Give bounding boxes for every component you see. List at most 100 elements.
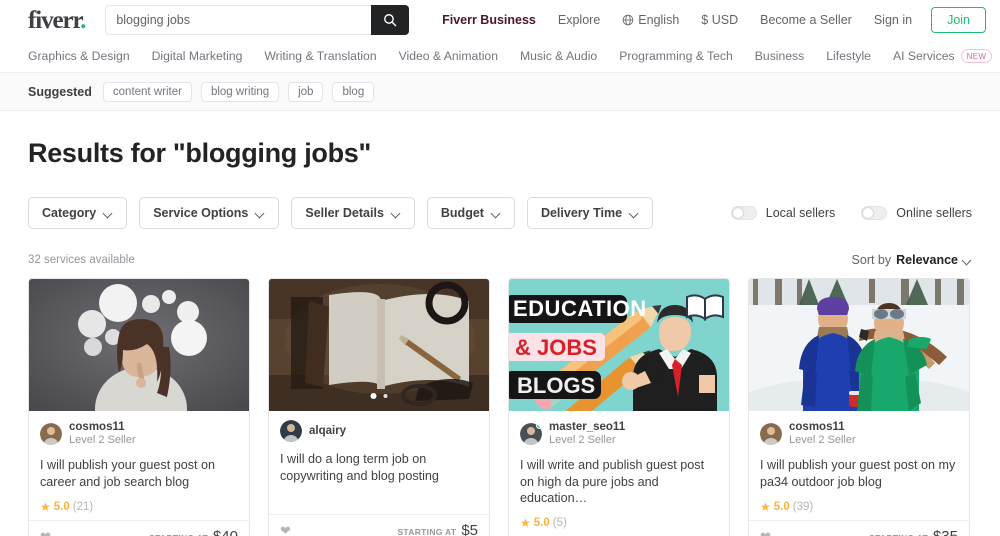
category-label: Graphics & Design xyxy=(28,49,130,63)
gig-image-notebook xyxy=(269,279,489,411)
suggested-label: Suggested xyxy=(28,84,92,99)
heart-icon[interactable]: ❤ xyxy=(760,530,771,536)
suggested-chip-0[interactable]: content writer xyxy=(102,81,192,102)
nav-become-a-seller[interactable]: Become a Seller xyxy=(749,13,863,27)
gig-title[interactable]: I will publish your guest post on career… xyxy=(40,457,238,491)
filter-category[interactable]: Category xyxy=(28,197,128,229)
nav-currency[interactable]: $ USD xyxy=(690,13,749,27)
category-link-8[interactable]: AI Services NEW xyxy=(893,49,993,63)
gig-title[interactable]: I will publish your guest post on my pa3… xyxy=(760,457,958,491)
seller-info[interactable]: alqairy xyxy=(280,420,478,442)
gig-card[interactable]: cosmos11 Level 2 Seller I will publish y… xyxy=(28,278,250,536)
nav-sign-in[interactable]: Sign in xyxy=(863,13,923,27)
avatar-image xyxy=(760,423,782,446)
join-button[interactable]: Join xyxy=(931,7,986,33)
heart-icon[interactable]: ❤ xyxy=(280,524,291,536)
gig-card-footer: ❤ STARTING AT $35 xyxy=(749,520,969,536)
chevron-down-icon xyxy=(104,209,113,218)
chevron-down-icon xyxy=(492,209,501,218)
seller-info[interactable]: cosmos11 Level 2 Seller xyxy=(760,420,958,448)
gig-card-grid: cosmos11 Level 2 Seller I will publish y… xyxy=(28,278,972,536)
category-label: Video & Animation xyxy=(398,49,498,63)
online-indicator xyxy=(536,423,542,430)
avatar-image xyxy=(280,420,302,442)
price-prefix: STARTING AT xyxy=(149,533,208,536)
seller-info[interactable]: cosmos11 Level 2 Seller xyxy=(40,420,238,448)
seller-name: master_seo11 xyxy=(549,421,626,433)
avatar[interactable] xyxy=(40,423,62,446)
heart-icon[interactable]: ❤ xyxy=(40,530,51,536)
nav-language-label: English xyxy=(638,13,680,27)
price-prefix: STARTING AT xyxy=(397,526,457,536)
carousel-dot[interactable] xyxy=(383,394,388,398)
suggested-chip-2[interactable]: job xyxy=(288,81,324,102)
gig-card[interactable]: alqairy I will do a long term job on cop… xyxy=(268,278,490,536)
category-link-2[interactable]: Writing & Translation xyxy=(264,49,376,63)
nav-explore[interactable]: Explore xyxy=(547,13,611,27)
gig-price: STARTING AT $40 xyxy=(149,528,238,536)
category-link-7[interactable]: Lifestyle xyxy=(826,49,871,63)
gig-title[interactable]: I will do a long term job on copywriting… xyxy=(280,451,478,485)
sort-by-prefix: Sort by xyxy=(851,253,892,267)
category-label: Lifestyle xyxy=(826,49,871,63)
category-link-1[interactable]: Digital Marketing xyxy=(152,49,243,63)
top-nav: Fiverr Business Explore English $ USD Be… xyxy=(431,7,986,33)
gig-card-footer: ❤ STARTING AT $40 xyxy=(29,520,249,536)
seller-level: Level 2 Seller xyxy=(69,434,136,447)
results-count: 32 services available xyxy=(28,254,135,266)
toggle-local-sellers[interactable]: Local sellers xyxy=(730,206,835,220)
carousel-dots[interactable] xyxy=(370,393,388,399)
carousel-dot-active[interactable] xyxy=(370,393,377,399)
nav-fiverr-business[interactable]: Fiverr Business xyxy=(431,13,547,27)
gig-image-snow xyxy=(749,279,969,411)
suggested-chip-1[interactable]: blog writing xyxy=(200,81,280,102)
gig-image[interactable] xyxy=(749,279,969,411)
category-label: Digital Marketing xyxy=(151,49,243,63)
book-icon xyxy=(686,294,724,321)
filter-seller-details[interactable]: Seller Details xyxy=(291,197,415,229)
suggested-chip-3[interactable]: blog xyxy=(332,81,375,102)
seller-info[interactable]: master_seo11 Level 2 Seller xyxy=(520,420,718,448)
page-title: Results for "blogging jobs" xyxy=(28,138,371,168)
local-sellers-switch[interactable] xyxy=(730,206,757,220)
category-link-0[interactable]: Graphics & Design xyxy=(28,49,130,63)
category-link-3[interactable]: Video & Animation xyxy=(399,49,498,63)
avatar[interactable] xyxy=(520,423,542,446)
gig-image-thinker xyxy=(29,279,249,411)
gig-image[interactable] xyxy=(269,279,489,411)
top-header: fiverr. Fiverr Business Explore English … xyxy=(0,0,1000,40)
filter-service-options[interactable]: Service Options xyxy=(139,197,280,229)
category-link-5[interactable]: Programming & Tech xyxy=(619,49,733,63)
nav-language[interactable]: English xyxy=(611,13,690,27)
main-content: Results for "blogging jobs" Category Serv… xyxy=(0,138,1000,536)
filter-delivery-time[interactable]: Delivery Time xyxy=(526,197,654,229)
search-icon xyxy=(384,14,397,27)
category-label: Music & Audio xyxy=(519,49,598,63)
gig-price: STARTING AT $35 xyxy=(869,528,958,536)
fiverr-logo[interactable]: fiverr. xyxy=(28,6,86,34)
avatar[interactable] xyxy=(760,423,782,446)
gig-card-body: alqairy I will do a long term job on cop… xyxy=(269,411,489,514)
logo-text: fiverr xyxy=(28,6,81,34)
gig-image[interactable]: EDUCATION & JOBS BLOGS xyxy=(509,279,729,411)
suggested-bar: Suggested content writer blog writing job b… xyxy=(0,73,1000,111)
sort-by-dropdown[interactable]: Sort by Relevance xyxy=(852,253,972,267)
new-badge: NEW xyxy=(960,49,993,63)
gig-image[interactable] xyxy=(29,279,249,411)
toggle-online-sellers[interactable]: Online sellers xyxy=(861,206,972,220)
online-sellers-switch[interactable] xyxy=(861,206,888,220)
gig-image-education: EDUCATION & JOBS BLOGS xyxy=(509,279,729,411)
search-button[interactable] xyxy=(371,5,410,35)
gig-card[interactable]: EDUCATION & JOBS BLOGS master_seo11 Leve… xyxy=(508,278,730,536)
seller-name: cosmos11 xyxy=(69,421,125,433)
rating-count: (5) xyxy=(552,516,567,529)
filter-label: Delivery Time xyxy=(540,206,623,220)
gig-title[interactable]: I will write and publish guest post on h… xyxy=(520,457,718,507)
category-link-6[interactable]: Business xyxy=(755,49,804,63)
star-icon: ★ xyxy=(760,500,771,515)
avatar[interactable] xyxy=(280,420,302,442)
gig-card[interactable]: cosmos11 Level 2 Seller I will publish y… xyxy=(748,278,970,536)
category-link-4[interactable]: Music & Audio xyxy=(520,49,597,63)
filter-budget[interactable]: Budget xyxy=(426,197,515,229)
search-input[interactable] xyxy=(105,5,372,35)
